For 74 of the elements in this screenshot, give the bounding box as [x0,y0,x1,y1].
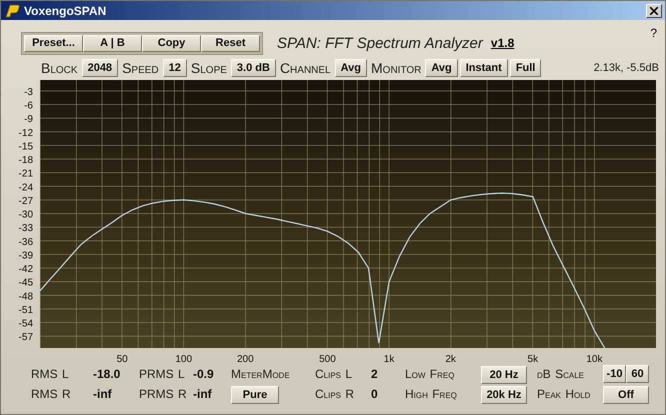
y-tick-label: -18 [18,155,33,166]
y-tick-label: -51 [18,304,33,316]
meter-label: MeterMode [231,367,290,381]
y-tick-label: -27 [18,196,33,207]
setting-button[interactable]: Full [510,59,542,77]
meter-label: dB Scale [537,367,584,381]
x-tick-label: 50 [116,354,128,365]
setting-button[interactable]: Avg [425,59,458,77]
toolbar-button[interactable]: A | B [83,34,142,52]
meter-value: -18.0 [93,367,120,381]
setting-button[interactable]: 3.0 dB [230,59,276,77]
y-tick-label: -33 [18,223,33,234]
y-tick-label: -36 [18,236,33,248]
setting-label: Channel [278,60,332,76]
y-tick-label: -9 [24,114,33,126]
meter-button[interactable]: Pure [231,386,279,404]
meter-label: RMS R [31,387,71,401]
setting-button[interactable]: 12 [162,59,187,77]
x-tick-label: 2k [445,354,456,365]
y-tick-label: -48 [18,291,33,302]
close-icon [650,6,658,14]
window-title: VoxengoSPAN [24,4,108,18]
x-tick-label: 5k [528,354,538,365]
meter-label: Clips L [315,367,352,381]
y-tick-label: -30 [18,210,33,221]
x-tick-label: 200 [237,354,254,365]
meter-label: RMS L [31,367,69,381]
setting-label: Block [40,60,79,76]
toolbar-button[interactable]: Copy [142,34,201,52]
setting-label: Speed [121,60,160,76]
meter-label: Clips R [315,387,354,401]
setting-button[interactable]: 2048 [82,59,118,77]
meter-value: -inf [93,387,112,401]
meter-value: 2 [371,367,378,381]
scale-button[interactable]: -10 [603,365,626,383]
y-tick-label: -6 [24,100,33,112]
y-tick-label: -24 [18,182,33,194]
toolbar-button[interactable]: Reset [201,34,260,52]
meter-label: Peak Hold [537,387,590,401]
meter-label: High Freq [405,387,457,401]
logo-icon [4,4,20,18]
x-tick-label: 1k [384,354,394,365]
meter-button[interactable]: 20 Hz [481,366,527,384]
y-tick-label: -3 [24,86,33,98]
meter-button[interactable]: Off [603,386,649,404]
help-button[interactable]: ? [650,26,657,40]
meter-value: 0 [371,387,378,401]
y-tick-label: -39 [18,250,33,262]
close-button[interactable] [646,4,662,18]
scale-button[interactable]: 60 [626,365,649,383]
y-tick-label: -57 [18,332,33,344]
meter-button[interactable]: 20k Hz [481,386,527,404]
x-tick-label: 500 [319,354,336,365]
version-link[interactable]: v1.8 [490,36,514,50]
meter-label: PRMS L [139,367,185,381]
setting-button[interactable]: Avg [334,59,367,77]
toolbar-button[interactable]: Preset... [24,34,83,52]
meter-value: -0.9 [193,367,214,381]
meter-value: -inf [193,387,212,401]
y-tick-label: -12 [18,128,33,139]
x-tick-label: 10k [586,354,602,365]
y-tick-label: -45 [18,278,33,289]
setting-button[interactable]: Instant [460,59,508,77]
y-tick-label: -21 [18,168,33,180]
app-title: SPAN: FFT Spectrum Analyzer [277,34,483,52]
meter-label: PRMS R [139,387,187,401]
meter-label: Low Freq [405,367,454,381]
y-tick-label: -42 [18,264,33,276]
setting-label: Slope [190,60,228,76]
setting-label: Monitor [370,60,422,76]
x-tick-label: 100 [175,354,192,365]
y-tick-label: -54 [18,318,33,330]
cursor-readout: 2.13k, -5.5dB [594,62,659,74]
y-tick-label: -15 [18,141,33,152]
